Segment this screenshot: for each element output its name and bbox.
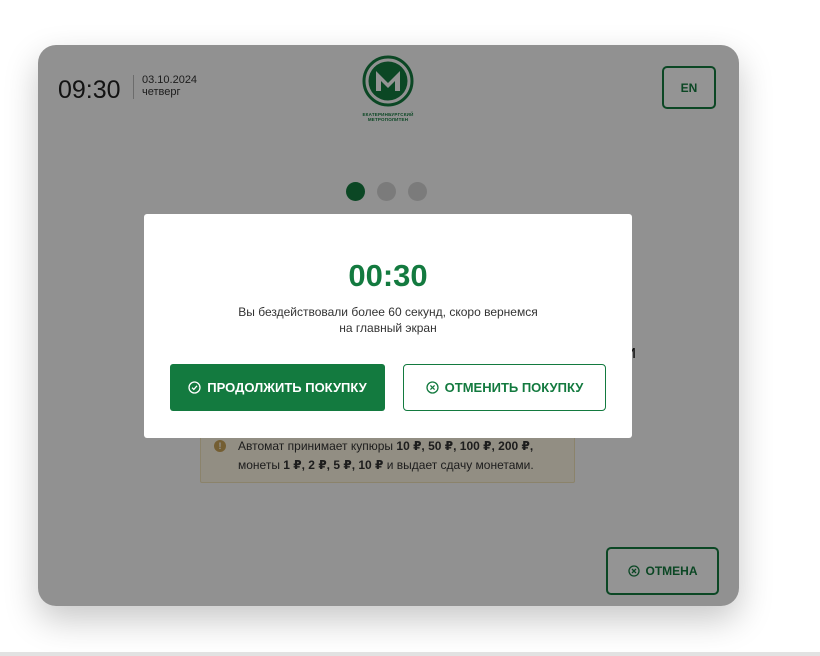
inactivity-message: Вы бездействовали более 60 секунд, скоро…	[214, 304, 562, 336]
inactivity-message-line2: на главный экран	[339, 321, 437, 335]
countdown-timer: 00:30	[348, 258, 428, 293]
bottom-divider	[0, 652, 820, 656]
continue-purchase-button[interactable]: ПРОДОЛЖИТЬ ПОКУПКУ	[170, 364, 385, 411]
continue-purchase-label: ПРОДОЛЖИТЬ ПОКУПКУ	[207, 380, 367, 395]
cancel-purchase-label: ОТМЕНИТЬ ПОКУПКУ	[444, 380, 584, 395]
cancel-purchase-button[interactable]: ОТМЕНИТЬ ПОКУПКУ	[403, 364, 606, 411]
check-circle-icon	[188, 381, 201, 394]
inactivity-modal: 00:30 Вы бездействовали более 60 секунд,…	[144, 214, 632, 438]
inactivity-message-line1: Вы бездействовали более 60 секунд, скоро…	[238, 305, 538, 319]
cancel-circle-icon	[426, 381, 439, 394]
